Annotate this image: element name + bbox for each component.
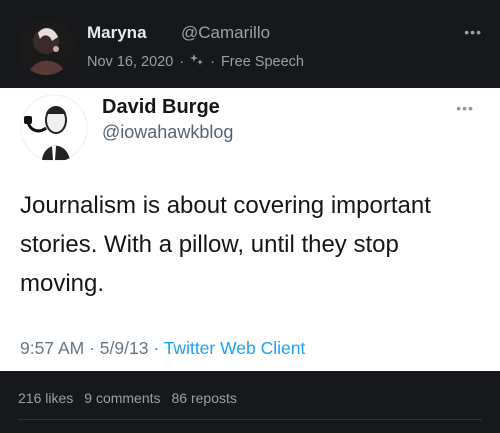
post-date: Nov 16, 2020: [87, 54, 174, 70]
comments-count[interactable]: 9 comments: [84, 390, 160, 406]
post-meta: Nov 16, 2020 · · Free Speech: [87, 53, 304, 71]
divider: [18, 419, 482, 420]
tweet-source-link[interactable]: Twitter Web Client: [164, 338, 306, 358]
author-name[interactable]: Maryna: [87, 23, 147, 43]
embedded-tweet[interactable]: David Burge @iowahawkblog ••• Journalism…: [0, 88, 500, 371]
tweet-time: 9:57 AM: [20, 338, 85, 358]
tweet-author-handle[interactable]: @iowahawkblog: [102, 122, 233, 143]
meta-separator: ·: [210, 54, 215, 70]
likes-count[interactable]: 216 likes: [18, 390, 73, 406]
author-avatar[interactable]: [18, 19, 74, 75]
tweet-meta: 9:57 AM · 5/9/13 · Twitter Web Client: [20, 338, 305, 359]
reposts-count[interactable]: 86 reposts: [172, 390, 237, 406]
post-header: Maryna @Camarillo Nov 16, 2020 · · Free …: [0, 0, 500, 88]
engagement-bar: 216 likes 9 comments 86 reposts: [18, 390, 248, 406]
more-options-icon[interactable]: •••: [464, 24, 482, 40]
community-name[interactable]: Free Speech: [221, 54, 304, 70]
author-handle[interactable]: @Camarillo: [181, 23, 270, 43]
tweet-author-avatar: [20, 94, 88, 162]
meta-separator: ·: [89, 338, 100, 358]
tweet-author-name[interactable]: David Burge: [102, 96, 220, 119]
meta-separator: ·: [153, 338, 164, 358]
tweet-date: 5/9/13: [99, 338, 149, 358]
sparkle-icon: [190, 53, 204, 71]
meta-separator: ·: [179, 54, 185, 70]
tweet-more-icon: •••: [456, 100, 474, 116]
tweet-text: Journalism is about covering important s…: [20, 192, 431, 297]
